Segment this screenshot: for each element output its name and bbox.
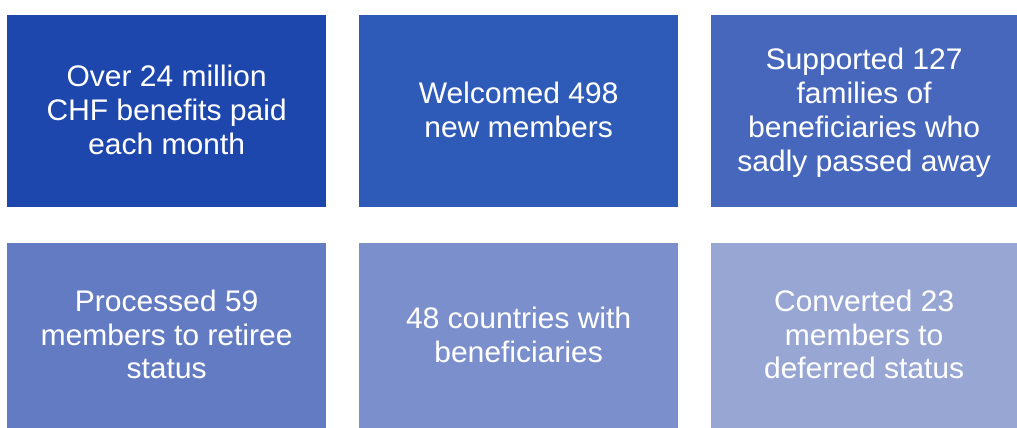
stat-tile-retiree-status: Processed 59 members to retiree status bbox=[7, 243, 326, 428]
stat-tile-deferred-status: Converted 23 members to deferred status bbox=[711, 243, 1017, 428]
stat-tile-new-members: Welcomed 498 new members bbox=[359, 15, 678, 207]
stat-tile-text: Supported 127 families of beneficiaries … bbox=[737, 43, 991, 178]
stat-tile-countries: 48 countries with beneficiaries bbox=[359, 243, 678, 428]
stat-tile-text: Processed 59 members to retiree status bbox=[40, 284, 293, 386]
stat-tile-benefits-paid: Over 24 million CHF benefits paid each m… bbox=[7, 15, 326, 207]
stat-tile-text: Converted 23 members to deferred status bbox=[763, 284, 965, 386]
stat-tile-text: 48 countries with beneficiaries bbox=[405, 301, 632, 369]
stat-tile-text: Welcomed 498 new members bbox=[418, 77, 619, 144]
stat-tile-families-supported: Supported 127 families of beneficiaries … bbox=[711, 15, 1017, 207]
stat-tile-text: Over 24 million CHF benefits paid each m… bbox=[46, 60, 287, 161]
